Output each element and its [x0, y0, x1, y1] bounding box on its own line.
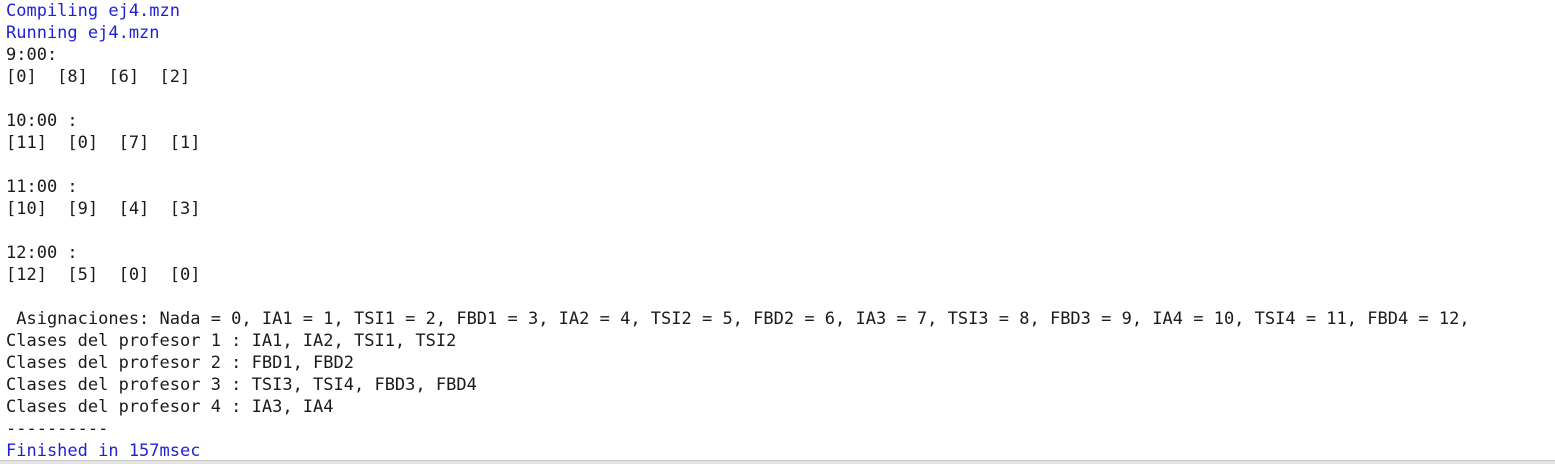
- output-line-teacher-1: Clases del profesor 1 : IA1, IA2, TSI1, …: [6, 331, 457, 351]
- output-line-teacher-4: Clases del profesor 4 : IA3, IA4: [6, 397, 334, 417]
- output-line-time-11: 11:00 :: [6, 177, 78, 197]
- finished-status: Finished in 157msec: [6, 441, 201, 460]
- output-line-time-10: 10:00 :: [6, 111, 78, 131]
- output-line-blank: [6, 88, 1555, 110]
- output-line-assignments: Asignaciones: Nada = 0, IA1 = 1, TSI1 = …: [6, 309, 1470, 329]
- output-line-slots-11: [10] [9] [4] [3]: [6, 199, 201, 219]
- output-line-blank: [6, 286, 1555, 308]
- output-line-slots-12: [12] [5] [0] [0]: [6, 265, 201, 285]
- output-line-slots-10: [11] [0] [7] [1]: [6, 133, 201, 153]
- output-line-teacher-3: Clases del profesor 3 : TSI3, TSI4, FBD3…: [6, 375, 477, 395]
- output-line-teacher-2: Clases del profesor 2 : FBD1, FBD2: [6, 353, 354, 373]
- output-line-time-12: 12:00 :: [6, 243, 78, 263]
- output-line-blank: [6, 220, 1555, 242]
- compiling-status: Compiling ej4.mzn: [6, 1, 180, 21]
- output-line-time-9: 9:00:: [6, 45, 58, 65]
- output-line-separator: ----------: [6, 419, 109, 439]
- output-line-blank: [6, 154, 1555, 176]
- output-line-slots-9: [0] [8] [6] [2]: [6, 67, 191, 87]
- output-console[interactable]: Compiling ej4.mzn Running ej4.mzn 9:00: …: [0, 0, 1555, 460]
- running-status: Running ej4.mzn: [6, 23, 160, 43]
- pane-bottom-border: [0, 460, 1555, 464]
